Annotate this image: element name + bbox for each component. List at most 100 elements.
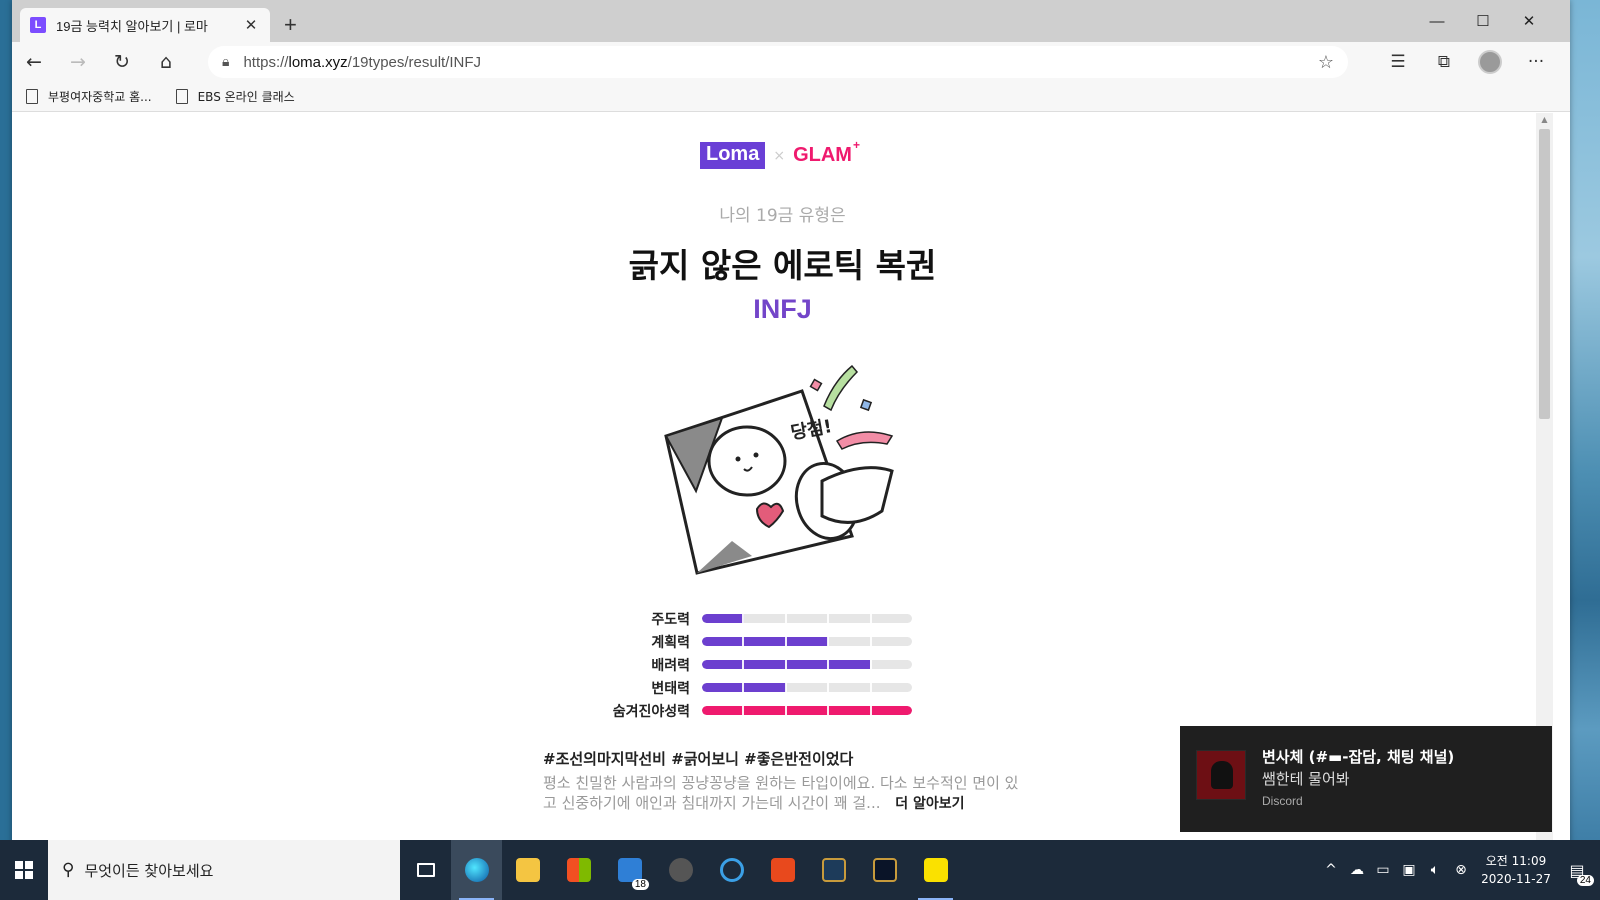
glam-logo-mark: + xyxy=(852,138,860,152)
bookmark-label: 부평여자중학교 홈... xyxy=(48,90,152,104)
obs-icon[interactable] xyxy=(655,840,706,900)
collections-icon[interactable]: ⧉ xyxy=(1424,44,1464,80)
brand-logos: Loma × GLAM + xyxy=(700,138,860,169)
stat-row: 주도력 xyxy=(592,607,912,630)
home-icon[interactable]: ⌂ xyxy=(144,44,188,80)
stat-bar xyxy=(702,614,912,623)
back-arrow-icon[interactable]: ← xyxy=(12,44,56,80)
url-text[interactable]: https://loma.xyz/19types/result/INFJ xyxy=(243,54,1317,71)
minimize-button[interactable]: — xyxy=(1414,6,1460,36)
mail-badge: 18 xyxy=(631,879,649,890)
lock-icon: 🔒︎ xyxy=(222,54,230,70)
stat-row: 숨겨진야성력 xyxy=(592,699,912,722)
read-more-link[interactable]: 더 알아보기 xyxy=(895,796,964,812)
ability-stats: 주도력계획력배려력변태력숨겨진야성력 xyxy=(592,607,912,722)
new-tab-button[interactable]: + xyxy=(284,12,297,38)
stat-bar xyxy=(702,706,912,715)
result-type-title: 긁지 않은 에로틱 복권 xyxy=(628,246,937,285)
notification-count-badge: 24 xyxy=(1576,874,1594,886)
task-view-icon[interactable] xyxy=(400,840,451,900)
close-window-button[interactable]: ✕ xyxy=(1506,6,1552,36)
stat-label: 변태력 xyxy=(651,680,690,697)
address-bar[interactable]: 🔒︎ https://loma.xyz/19types/result/INFJ … xyxy=(208,46,1348,78)
result-subtitle: 나의 19금 유형은 xyxy=(719,206,846,226)
notification-avatar xyxy=(1196,750,1246,800)
collab-times: × xyxy=(773,147,786,164)
toolbar-right: ☰ ⧉ ··· xyxy=(1378,44,1556,80)
edge-browser-icon[interactable] xyxy=(451,840,502,900)
glam-logo[interactable]: GLAM + xyxy=(793,138,860,167)
clock-time: 오전 11:09 xyxy=(1485,854,1547,868)
browser-tab-active[interactable]: L 19금 능력치 알아보기 | 로마 ✕ xyxy=(20,8,270,42)
stat-label: 계획력 xyxy=(651,634,690,651)
search-placeholder: 무엇이든 찾아보세요 xyxy=(84,861,214,880)
notification-app-name: Discord xyxy=(1262,794,1303,808)
tab-favicon-icon: L xyxy=(30,17,46,33)
page-icon xyxy=(175,89,188,104)
page-icon xyxy=(26,89,38,104)
stat-bar xyxy=(702,683,912,692)
stat-row: 변태력 xyxy=(592,676,912,699)
store-icon[interactable] xyxy=(553,840,604,900)
scroll-up-arrow-icon[interactable]: ▲ xyxy=(1536,115,1553,124)
system-tray: ^ ☁ ▭ ▣ 🔈︎ ⊗ 오전 11:09 2020-11-27 ▤ 24 xyxy=(1322,840,1600,900)
mbti-label: INFJ xyxy=(753,294,812,324)
mute-icon[interactable]: ⊗ xyxy=(1452,862,1470,878)
stat-row: 계획력 xyxy=(592,630,912,653)
type-description: 평소 친밀한 사람과의 꽁냥꽁냥을 원하는 타입이에요. 다소 보수적인 면이 … xyxy=(543,773,1023,814)
more-options-icon[interactable]: ··· xyxy=(1516,44,1556,80)
windows-taskbar: ⚲ 무엇이든 찾아보세요 18 ^ ☁ ▭ ▣ 🔈︎ ⊗ 오전 11:09 20… xyxy=(0,840,1600,900)
desktop-wallpaper xyxy=(1568,0,1600,858)
taskbar-apps: 18 xyxy=(400,840,961,900)
volume-icon[interactable]: 🔈︎ xyxy=(1426,862,1444,878)
window-controls: — ☐ ✕ xyxy=(1414,6,1552,36)
network-icon[interactable]: ▣ xyxy=(1400,862,1418,878)
stat-label: 숨겨진야성력 xyxy=(612,703,690,720)
scroll-thumb[interactable] xyxy=(1539,129,1550,419)
onedrive-icon[interactable]: ☁ xyxy=(1348,862,1366,878)
office-icon[interactable] xyxy=(757,840,808,900)
lottery-ticket-illustration: 당첨! xyxy=(664,364,894,575)
stat-label: 주도력 xyxy=(651,611,690,628)
taskbar-search-box[interactable]: ⚲ 무엇이든 찾아보세요 xyxy=(48,840,400,900)
notification-title: 변사체 (#▬-잡담, 채팅 채널) xyxy=(1262,748,1455,766)
chevron-up-icon[interactable]: ^ xyxy=(1322,862,1340,878)
loma-logo[interactable]: Loma xyxy=(700,142,766,169)
mail-icon[interactable]: 18 xyxy=(604,840,655,900)
browser-toolbar: ← → ↻ ⌂ 🔒︎ https://loma.xyz/19types/resu… xyxy=(12,42,1570,82)
refresh-icon[interactable]: ↻ xyxy=(100,44,144,80)
action-center-icon[interactable]: ▤ 24 xyxy=(1562,861,1594,886)
tab-close-icon[interactable]: ✕ xyxy=(242,16,260,34)
stat-row: 배려력 xyxy=(592,653,912,676)
favorites-icon[interactable]: ☰ xyxy=(1378,44,1418,80)
maximize-button[interactable]: ☐ xyxy=(1460,6,1506,36)
file-explorer-icon[interactable] xyxy=(502,840,553,900)
league-client-icon[interactable] xyxy=(859,840,910,900)
bookmark-label: EBS 온라인 클래스 xyxy=(197,90,295,104)
discord-notification[interactable]: 변사체 (#▬-잡담, 채팅 채널) 쌤한테 물어봐 Discord xyxy=(1180,726,1552,832)
bookmarks-bar: 부평여자중학교 홈... EBS 온라인 클래스 xyxy=(12,82,1570,112)
clock-date: 2020-11-27 xyxy=(1481,872,1551,886)
bookmark-item[interactable]: EBS 온라인 클래스 xyxy=(175,88,295,105)
glam-logo-text: GLAM xyxy=(793,144,852,166)
bookmark-item[interactable]: 부평여자중학교 홈... xyxy=(26,88,152,105)
stat-bar xyxy=(702,660,912,669)
favorite-star-icon[interactable]: ☆ xyxy=(1318,52,1334,73)
windows-logo-icon xyxy=(15,861,33,879)
profile-avatar[interactable] xyxy=(1470,44,1510,80)
stat-bar xyxy=(702,637,912,646)
battery-icon[interactable]: ▭ xyxy=(1374,862,1392,878)
hashtags: #조선의마지막선비 #긁어보니 #좋은반전이었다 xyxy=(543,750,854,768)
title-bar: L 19금 능력치 알아보기 | 로마 ✕ + — ☐ ✕ xyxy=(12,0,1570,42)
stat-label: 배려력 xyxy=(651,657,690,674)
notification-message: 쌤한테 물어봐 xyxy=(1262,770,1350,788)
start-button[interactable] xyxy=(0,840,48,900)
avatar-icon xyxy=(1478,50,1502,74)
system-clock[interactable]: 오전 11:09 2020-11-27 xyxy=(1478,852,1554,888)
internet-explorer-icon[interactable] xyxy=(706,840,757,900)
forward-arrow-icon[interactable]: → xyxy=(56,44,100,80)
tab-title: 19금 능력치 알아보기 | 로마 xyxy=(56,18,208,34)
search-icon: ⚲ xyxy=(62,860,75,880)
league-launcher-icon[interactable] xyxy=(808,840,859,900)
kakaotalk-icon[interactable] xyxy=(910,840,961,900)
